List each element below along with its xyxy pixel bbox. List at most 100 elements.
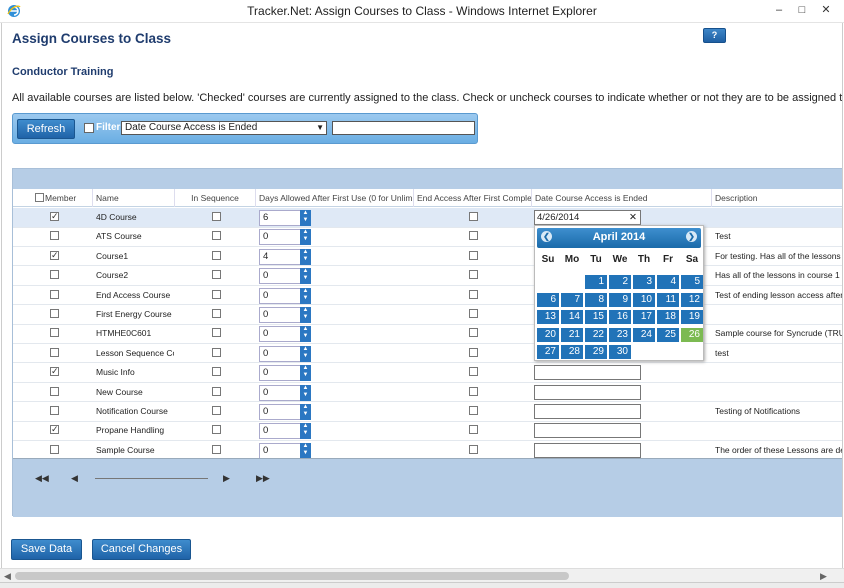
column-header[interactable]: Description — [712, 189, 842, 207]
column-header[interactable]: Name — [93, 189, 175, 207]
calendar-day[interactable]: 8 — [585, 292, 607, 307]
access-end-date-input[interactable] — [534, 404, 641, 419]
maximize-button[interactable]: □ — [791, 2, 813, 18]
days-allowed-stepper[interactable]: 0 ▲▼ — [259, 404, 311, 420]
calendar-day[interactable]: 25 — [657, 327, 679, 342]
in-sequence-checkbox[interactable] — [212, 444, 221, 454]
calendar-day[interactable]: 30 — [609, 345, 631, 359]
scroll-right-icon[interactable]: ▶ — [820, 569, 827, 583]
prev-page-icon[interactable]: ◀ — [71, 473, 78, 484]
table-row[interactable]: ATS Course 0 ▲ ▼ Test — [13, 227, 842, 247]
date-picker-calendar[interactable]: ❮ April 2014 ❯ Su Mo Tu We Th Fr Sa 1 2 3 4 5 6 7 8 9 10… — [534, 225, 704, 361]
column-header[interactable]: Member — [13, 189, 93, 207]
column-header[interactable]: Days Allowed After First Use (0 for Unli… — [256, 189, 414, 207]
page-slider[interactable] — [95, 478, 208, 479]
spinner-arrows-icon[interactable]: ▲▼ — [300, 326, 311, 343]
first-page-icon[interactable]: ◀◀ — [35, 473, 49, 484]
save-data-button[interactable]: Save Data — [11, 539, 82, 560]
spinner-arrows-icon[interactable]: ▲▼ — [300, 345, 311, 362]
filter-field-select[interactable]: Date Course Access is Ended ▼ — [121, 121, 327, 135]
calendar-day[interactable]: 28 — [561, 345, 583, 359]
end-access-checkbox[interactable] — [469, 328, 478, 338]
in-sequence-checkbox[interactable] — [212, 250, 221, 260]
spinner-arrows-icon[interactable]: ▲▼ — [300, 287, 311, 304]
in-sequence-checkbox[interactable] — [212, 289, 221, 299]
scrollbar-thumb[interactable] — [15, 572, 569, 580]
help-button[interactable]: ? — [703, 28, 726, 43]
cancel-changes-button[interactable]: Cancel Changes — [92, 539, 191, 560]
in-sequence-checkbox[interactable] — [212, 386, 221, 396]
table-row[interactable]: New Course 0 ▲ ▼ — [13, 383, 842, 403]
column-header[interactable]: Date Course Access is Ended — [532, 189, 712, 207]
horizontal-scrollbar[interactable]: ◀ ▶ — [0, 568, 844, 582]
in-sequence-checkbox[interactable] — [212, 425, 221, 435]
in-sequence-checkbox[interactable] — [212, 347, 221, 357]
end-access-checkbox[interactable] — [469, 250, 478, 260]
member-checkbox[interactable]: ✓ — [50, 212, 59, 221]
table-row[interactable]: ✓ Music Info 0 ▲ ▼ — [13, 363, 842, 383]
table-row[interactable]: ✓ 4D Course 6 ▲ ▼ 4/26/2014 ✕ — [13, 208, 842, 228]
next-month-icon[interactable]: ❯ — [686, 231, 697, 242]
spinner-arrows-icon[interactable]: ▲▼ — [300, 423, 311, 440]
spinner-arrows-icon[interactable]: ▲▼ — [300, 442, 311, 459]
days-allowed-stepper[interactable]: 0 ▲▼ — [259, 384, 311, 401]
calendar-day[interactable]: 3 — [633, 275, 655, 289]
calendar-day[interactable]: 2 — [609, 275, 631, 289]
access-end-date-input[interactable]: 4/26/2014 ✕ — [534, 210, 641, 225]
filter-value-input[interactable] — [332, 121, 475, 135]
column-header[interactable]: In Sequence — [175, 189, 256, 207]
in-sequence-checkbox[interactable] — [212, 367, 221, 377]
last-page-icon[interactable]: ▶▶ — [256, 473, 270, 484]
end-access-checkbox[interactable] — [469, 406, 478, 415]
end-access-checkbox[interactable] — [469, 212, 478, 221]
in-sequence-checkbox[interactable] — [212, 406, 221, 415]
days-allowed-stepper[interactable]: 0 ▲▼ — [259, 307, 311, 323]
calendar-day[interactable]: 1 — [585, 275, 607, 289]
access-end-date-input[interactable] — [534, 423, 641, 439]
end-access-checkbox[interactable] — [469, 367, 478, 377]
calendar-day[interactable]: 9 — [609, 292, 631, 307]
member-checkbox[interactable] — [50, 309, 59, 318]
column-header[interactable]: End Access After First Completion — [414, 189, 532, 207]
calendar-day[interactable]: 11 — [657, 292, 679, 307]
spinner-arrows-icon[interactable]: ▲▼ — [300, 307, 311, 323]
member-checkbox[interactable]: ✓ — [50, 250, 59, 260]
scroll-left-icon[interactable]: ◀ — [4, 569, 11, 583]
member-checkbox[interactable] — [50, 270, 59, 280]
member-checkbox[interactable] — [50, 406, 59, 415]
table-row[interactable]: HTMHE0C601 0 ▲ ▼ Sample course for Syncrude … — [13, 324, 842, 344]
calendar-day[interactable]: 29 — [585, 345, 607, 359]
spinner-arrows-icon[interactable]: ▲▼ — [300, 210, 311, 226]
end-access-checkbox[interactable] — [469, 386, 478, 396]
in-sequence-checkbox[interactable] — [212, 212, 221, 221]
refresh-button[interactable]: Refresh — [17, 119, 75, 139]
days-allowed-stepper[interactable]: 0 ▲▼ — [259, 287, 311, 304]
end-access-checkbox[interactable] — [469, 444, 478, 454]
days-allowed-stepper[interactable]: 4 ▲ ▼ — [259, 248, 311, 265]
spinner-arrows-icon[interactable]: ▲▼ — [300, 404, 311, 420]
end-access-checkbox[interactable] — [469, 347, 478, 357]
days-allowed-stepper[interactable]: 0 ▲▼ — [259, 326, 311, 343]
member-checkbox[interactable] — [50, 347, 59, 357]
filter-checkbox[interactable] — [84, 123, 94, 133]
calendar-day[interactable]: 15 — [585, 310, 607, 324]
calendar-day[interactable]: 7 — [561, 292, 583, 307]
table-row[interactable]: ✓ Propane Handling 0 ▲ ▼ — [13, 421, 842, 441]
calendar-day[interactable]: 22 — [585, 327, 607, 342]
end-access-checkbox[interactable] — [469, 289, 478, 299]
calendar-day[interactable]: 20 — [537, 327, 559, 342]
access-end-date-input[interactable] — [534, 365, 641, 381]
calendar-day[interactable]: 24 — [633, 327, 655, 342]
days-allowed-stepper[interactable]: 0 ▲▼ — [259, 345, 311, 362]
member-checkbox[interactable] — [50, 231, 59, 241]
calendar-day[interactable]: 10 — [633, 292, 655, 307]
table-row[interactable]: First Energy Course 0 ▲ ▼ — [13, 305, 842, 325]
close-button[interactable]: ✕ — [815, 2, 837, 18]
spinner-arrows-icon[interactable]: ▲▼ — [300, 229, 311, 246]
table-row[interactable]: Lesson Sequence Co... 0 ▲▼ test — [13, 344, 842, 364]
in-sequence-checkbox[interactable] — [212, 309, 221, 318]
end-access-checkbox[interactable] — [469, 425, 478, 435]
calendar-day[interactable]: 6 — [537, 292, 559, 307]
days-allowed-stepper[interactable]: 0 ▲▼ — [259, 229, 311, 246]
in-sequence-checkbox[interactable] — [212, 328, 221, 338]
